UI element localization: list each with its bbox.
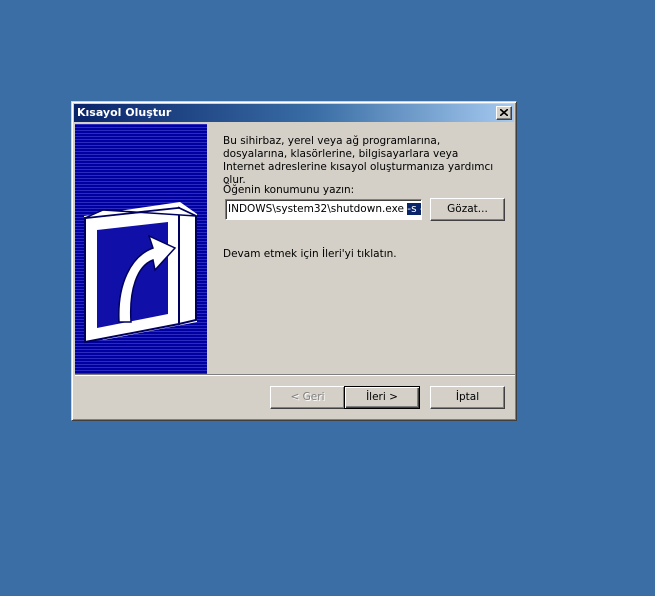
wizard-description: Bu sihirbaz, yerel veya ağ programlarına… xyxy=(223,135,494,186)
next-button[interactable]: İleri > xyxy=(344,386,420,409)
shortcut-arrow-icon xyxy=(84,202,197,344)
location-label: Öğenin konumunu yazın: xyxy=(223,184,355,196)
location-input[interactable]: INDOWS\system32\shutdown.exe -s -f xyxy=(225,199,422,220)
cancel-button[interactable]: İptal xyxy=(430,386,505,409)
separator xyxy=(75,374,515,376)
create-shortcut-dialog: Kısayol Oluştur Bu sihirbaz, yerel veya … xyxy=(71,101,517,421)
location-text: INDOWS\system32\shutdown.exe xyxy=(228,203,408,215)
location-selection: -s -f xyxy=(407,203,421,215)
close-icon xyxy=(500,109,508,116)
next-hint: Devam etmek için İleri'yi tıklatın. xyxy=(223,248,397,260)
close-button[interactable] xyxy=(496,106,512,120)
window-title: Kısayol Oluştur xyxy=(77,106,172,119)
browse-button[interactable]: Gözat... xyxy=(430,198,505,221)
wizard-banner xyxy=(75,124,207,374)
title-bar[interactable]: Kısayol Oluştur xyxy=(74,104,514,122)
back-button[interactable]: < Geri xyxy=(270,386,345,409)
